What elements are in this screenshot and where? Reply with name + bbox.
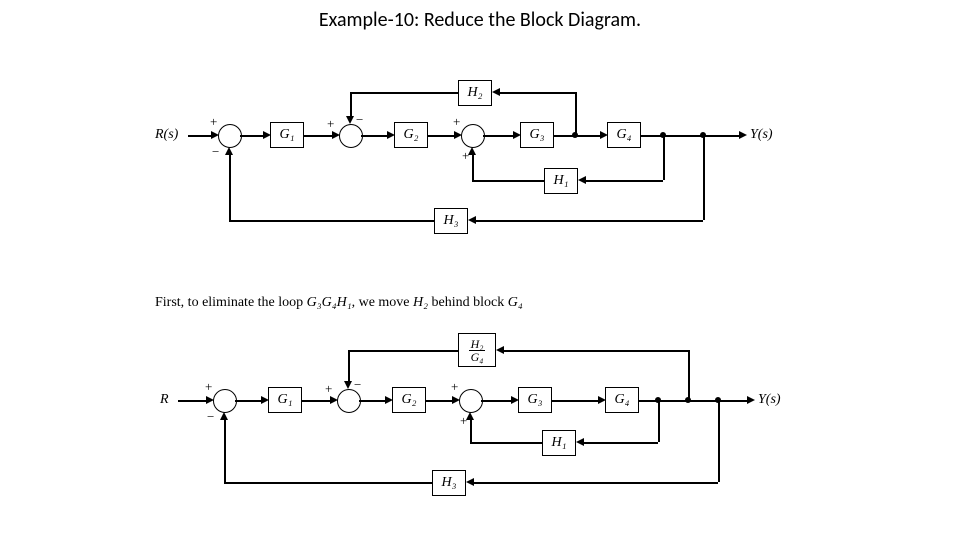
page-canvas: Example-10: Reduce the Block Diagram. R(… — [0, 0, 960, 540]
arrow-up-icon — [468, 147, 476, 155]
sign-plus: + — [210, 114, 217, 130]
frac-num: H₂ — [471, 338, 484, 350]
block-h1b: H₁ — [542, 430, 576, 456]
wire — [575, 92, 577, 133]
block-h2: H₂ — [458, 80, 492, 106]
wire — [229, 153, 231, 220]
arrow-down-icon — [346, 116, 354, 124]
block-g3b: G₃ — [518, 387, 552, 413]
input-label: R(s) — [155, 127, 178, 143]
wire — [472, 180, 544, 182]
wire — [472, 153, 474, 180]
wire — [426, 400, 454, 402]
arrow-up-icon — [220, 412, 228, 420]
sign-plus: + — [327, 116, 334, 132]
wire — [718, 400, 720, 482]
block-h3: H₃ — [434, 208, 468, 234]
wire — [240, 135, 265, 137]
wire — [361, 135, 389, 137]
g4-ref: G₄ — [508, 295, 523, 310]
text-part: behind block — [428, 295, 508, 310]
wire — [348, 350, 350, 383]
block-g4: G₄ — [607, 122, 641, 148]
sign-plus: + — [325, 381, 332, 397]
sign-plus: + — [453, 114, 460, 130]
block-h2-over-g4: H₂ G₄ — [458, 333, 496, 367]
block-h1: H₁ — [544, 168, 578, 194]
summer-1 — [218, 124, 242, 148]
text-part: First, to eliminate the loop — [155, 295, 307, 310]
wire — [474, 220, 703, 222]
wire — [552, 400, 600, 402]
sign-minus: − — [356, 112, 363, 128]
sign-minus: − — [354, 377, 361, 393]
wire — [350, 92, 458, 94]
wire — [584, 180, 663, 182]
arrow-left-icon — [492, 88, 500, 96]
wire — [554, 135, 602, 137]
arrow-up-icon — [466, 412, 474, 420]
arrow-left-icon — [578, 176, 586, 184]
wire — [582, 442, 658, 444]
wire — [348, 350, 458, 352]
arrow-left-icon — [468, 216, 476, 224]
wire — [229, 220, 434, 222]
wire — [663, 135, 665, 180]
wire — [188, 135, 213, 137]
block-g4b: G₄ — [605, 387, 639, 413]
wire — [498, 92, 575, 94]
wire — [304, 135, 334, 137]
arrow-left-icon — [466, 478, 474, 486]
block-g1b: G₁ — [268, 387, 302, 413]
wire — [470, 418, 472, 442]
wire — [641, 135, 741, 137]
wire — [224, 482, 432, 484]
sign-plus: + — [451, 379, 458, 395]
sign-minus: − — [207, 409, 214, 425]
arrow-right-icon — [739, 131, 747, 139]
sign-minus: − — [212, 144, 219, 160]
output-label-2: Y(s) — [758, 392, 781, 408]
page-title: Example-10: Reduce the Block Diagram. — [0, 0, 960, 32]
arrow-down-icon — [344, 381, 352, 389]
output-label: Y(s) — [750, 127, 773, 143]
summer-3b — [459, 389, 483, 413]
frac-den: G₄ — [469, 350, 486, 363]
wire — [235, 400, 263, 402]
wire — [502, 350, 688, 352]
wire — [428, 135, 456, 137]
wire — [350, 92, 352, 118]
wire — [224, 418, 226, 482]
wire — [483, 135, 515, 137]
fraction-icon: H₂ G₄ — [469, 338, 486, 363]
wire — [688, 350, 690, 398]
block-g2b: G₂ — [392, 387, 426, 413]
wire — [472, 482, 718, 484]
arrow-left-icon — [496, 346, 504, 354]
wire — [481, 400, 513, 402]
wire — [703, 135, 705, 220]
loop-expr: G₃G₄H₁ — [307, 295, 352, 310]
wire — [658, 400, 660, 442]
wire — [359, 400, 387, 402]
sign-plus: + — [205, 379, 212, 395]
block-g2: G₂ — [394, 122, 428, 148]
input-label-2: R — [160, 392, 169, 408]
arrow-right-icon — [747, 396, 755, 404]
wire — [302, 400, 332, 402]
wire — [178, 400, 208, 402]
summer-3 — [461, 124, 485, 148]
summer-1b — [213, 389, 237, 413]
arrow-left-icon — [576, 438, 584, 446]
block-g1: G₁ — [270, 122, 304, 148]
block-g3: G₃ — [520, 122, 554, 148]
h2-ref: H₂ — [413, 295, 428, 310]
explanation-text: First, to eliminate the loop G₃G₄H₁, we … — [155, 295, 523, 311]
block-h3b: H₃ — [432, 470, 466, 496]
text-part: , we move — [352, 295, 413, 310]
wire — [470, 442, 542, 444]
arrow-up-icon — [225, 147, 233, 155]
